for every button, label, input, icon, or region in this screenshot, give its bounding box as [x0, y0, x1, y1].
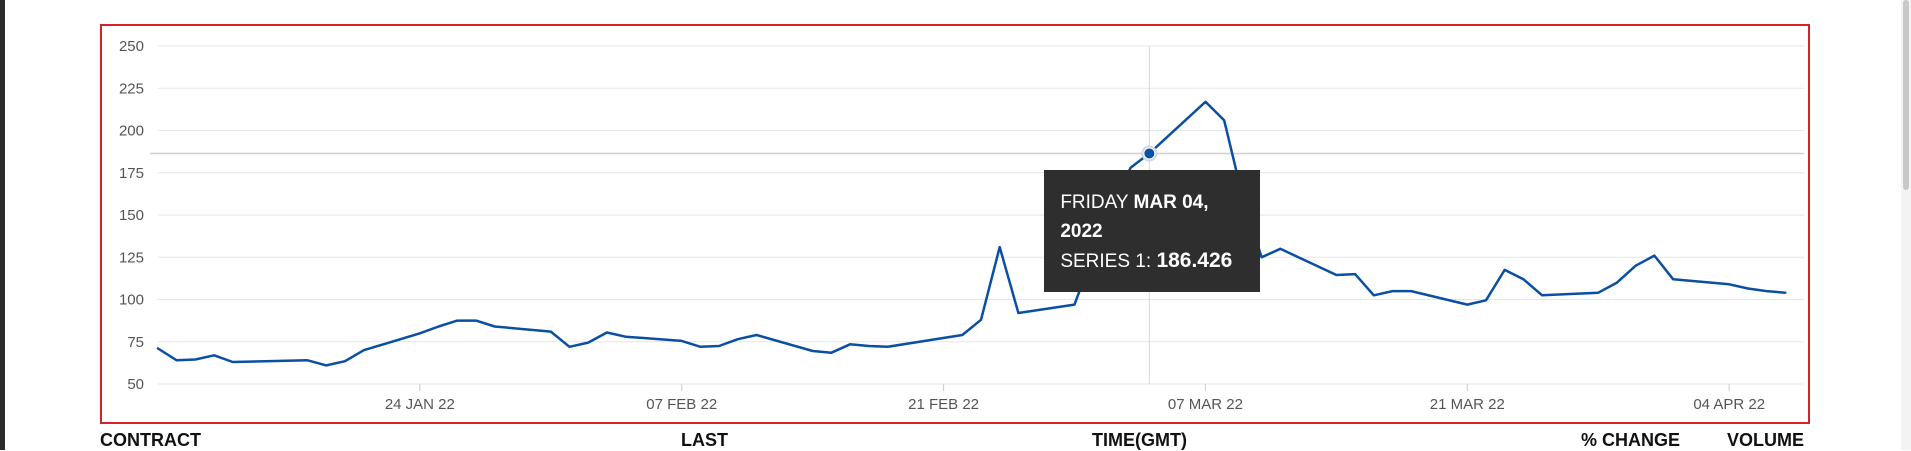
x-tick-label: 24 JAN 22	[385, 396, 455, 413]
tooltip-date-line: FRIDAY MAR 04,	[1060, 188, 1244, 217]
y-tick-label: 125	[119, 249, 144, 266]
x-tick-label: 04 APR 22	[1693, 396, 1765, 413]
chart-container: 50 75 100 125 150 175 200 225 250 24 JAN 22 07 FEB…	[100, 24, 1810, 424]
y-tick-label: 150	[119, 207, 144, 224]
y-tick-label: 100	[119, 292, 144, 309]
column-header-time[interactable]: TIME(GMT)	[1092, 430, 1187, 451]
highlight-point	[1144, 148, 1155, 159]
x-tick-label: 07 FEB 22	[646, 396, 717, 413]
scrollbar-track[interactable]	[1901, 0, 1911, 450]
y-tick-label: 175	[119, 165, 144, 182]
tooltip-series-label: SERIES 1:	[1060, 251, 1152, 273]
tooltip-day: FRIDAY	[1060, 192, 1129, 214]
series-line	[156, 100, 1787, 367]
tooltip-year: 2022	[1060, 221, 1103, 243]
chart-tooltip: FRIDAY MAR 04, 2022 SERIES 1: 186.426	[1044, 170, 1261, 293]
y-tick-label: 75	[127, 334, 144, 351]
column-header-contract[interactable]: CONTRACT	[100, 430, 201, 451]
window-left-edge	[0, 0, 5, 450]
column-header-volume[interactable]: VOLUME	[1727, 430, 1804, 451]
tooltip-year-line: 2022	[1060, 217, 1244, 246]
column-header-percent-change[interactable]: % CHANGE	[1581, 430, 1680, 451]
y-tick-label: 250	[119, 38, 144, 55]
line-chart[interactable]: 50 75 100 125 150 175 200 225 250 24 JAN 22 07 FEB…	[102, 26, 1808, 422]
y-tick-label: 200	[119, 123, 144, 140]
x-tick-label: 07 MAR 22	[1168, 396, 1243, 413]
x-tick-label: 21 MAR 22	[1430, 396, 1505, 413]
column-header-last[interactable]: LAST	[681, 430, 728, 451]
y-tick-label: 225	[119, 80, 144, 97]
scrollbar-thumb[interactable]	[1903, 0, 1909, 190]
tooltip-date: MAR 04,	[1133, 192, 1209, 214]
tooltip-value: 186.426	[1156, 249, 1233, 273]
tooltip-value-line: SERIES 1: 186.426	[1060, 246, 1244, 276]
x-tick-label: 21 FEB 22	[908, 396, 979, 413]
y-tick-label: 50	[127, 376, 144, 393]
